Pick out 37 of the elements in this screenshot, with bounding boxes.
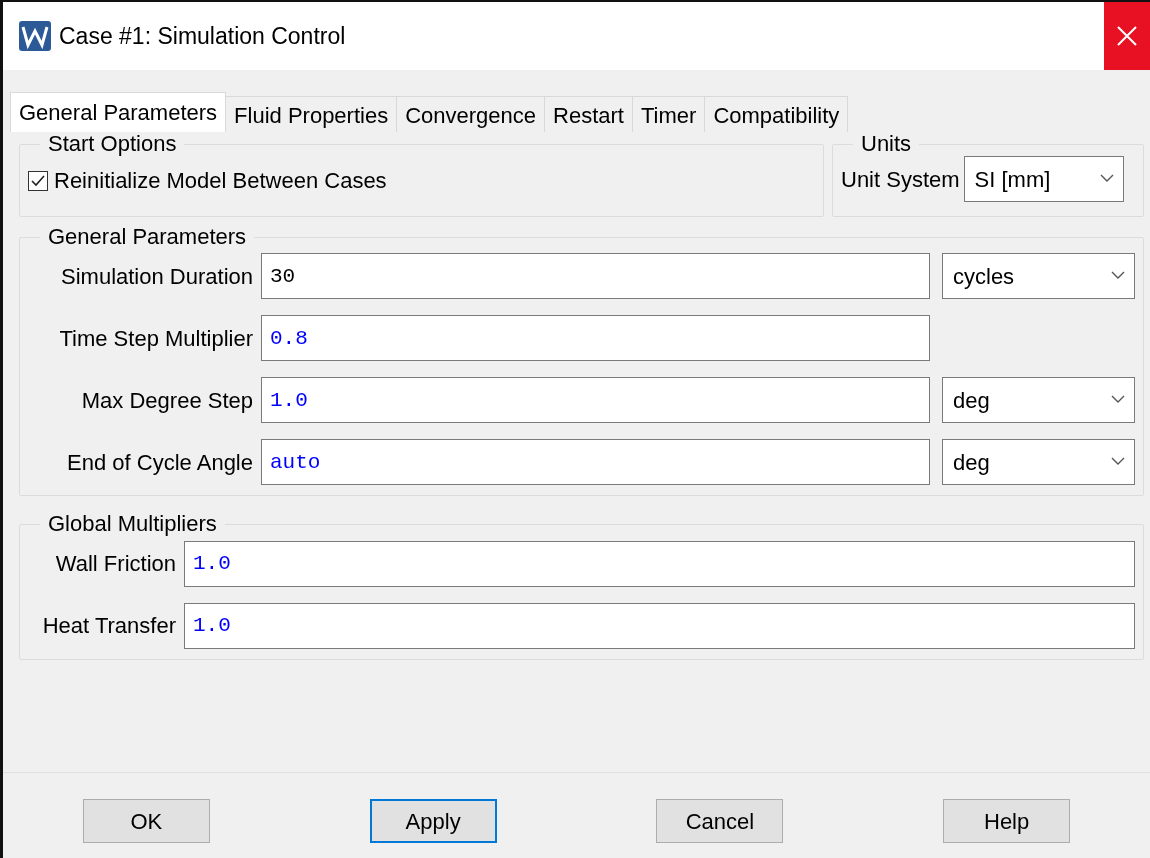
field-label: Simulation Duration — [60, 262, 253, 291]
field-label: Heat Transfer — [41, 612, 176, 641]
input-field[interactable]: auto — [261, 439, 930, 486]
app-logo-icon — [19, 21, 51, 51]
dialog-button[interactable]: Help — [943, 799, 1071, 843]
close-icon — [1116, 25, 1138, 47]
dropdown[interactable]: deg — [942, 377, 1135, 424]
input-field[interactable]: 1.0 — [261, 377, 930, 424]
checkbox[interactable] — [28, 170, 48, 191]
input-field[interactable]: 0.8 — [261, 315, 930, 362]
dialog-button[interactable]: Cancel — [656, 799, 784, 843]
tab[interactable]: Compatibility — [704, 96, 849, 132]
window-title: Case #1: Simulation Control — [59, 21, 346, 51]
caret-icon — [1099, 174, 1114, 184]
field-label: End of Cycle Angle — [66, 448, 253, 477]
dropdown[interactable]: deg — [942, 439, 1135, 486]
caret-icon — [1111, 457, 1125, 467]
input-field[interactable]: 1.0 — [184, 602, 1135, 649]
group-title: Units — [860, 132, 913, 157]
dialog-button[interactable]: Apply — [369, 799, 497, 843]
field-label: Max Degree Step — [80, 386, 253, 415]
group-title: General Parameters — [47, 225, 248, 250]
input-field[interactable]: 30 — [261, 253, 930, 300]
caret-icon — [1111, 271, 1125, 281]
dialog-button[interactable]: OK — [82, 799, 210, 843]
field-label: Time Step Multiplier — [58, 324, 253, 353]
dropdown[interactable]: cycles — [942, 253, 1135, 300]
close-button[interactable] — [1104, 2, 1150, 70]
input-field[interactable]: 1.0 — [184, 540, 1135, 587]
checkbox-label: Reinitialize Model Between Cases — [54, 167, 387, 196]
field-label: Unit System — [841, 165, 960, 194]
group-title: Global Multipliers — [47, 512, 218, 537]
field-label: Wall Friction — [54, 550, 176, 579]
tab[interactable]: General Parameters — [10, 92, 227, 132]
caret-icon — [1111, 395, 1125, 405]
group-title: Start Options — [47, 132, 178, 157]
dropdown[interactable]: SI [mm] — [963, 156, 1124, 203]
